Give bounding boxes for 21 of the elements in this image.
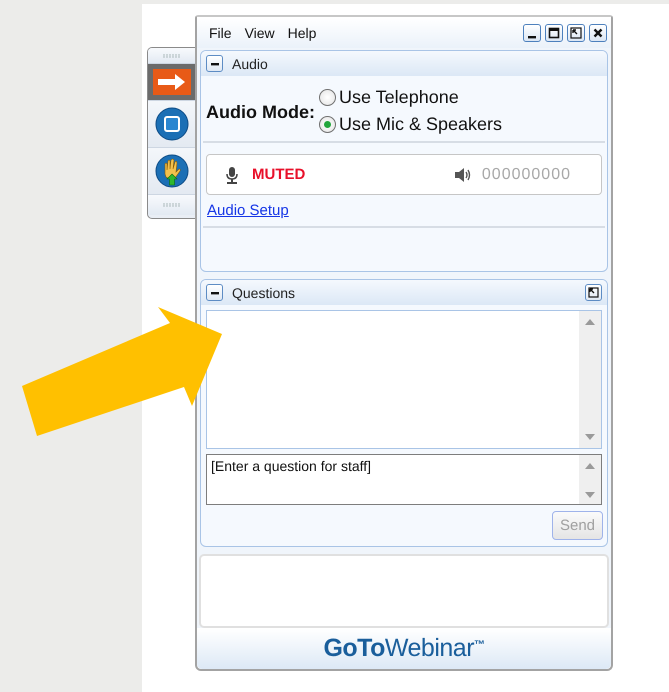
panel-title: Questions <box>232 284 296 300</box>
audio-mode-label: Audio Mode: <box>206 102 315 123</box>
radio-option[interactable]: Use Telephone <box>318 87 502 108</box>
mute-status: MUTED <box>252 166 306 183</box>
grip-icon <box>162 54 180 58</box>
radio-icon[interactable] <box>318 89 336 106</box>
audio-pin: 000000000 <box>482 166 571 184</box>
audio-setup-link[interactable]: Audio Setup <box>207 202 289 219</box>
grip-icon <box>162 203 180 207</box>
panel-title: Audio <box>232 56 269 72</box>
radio-option[interactable]: Use Mic & Speakers <box>318 114 502 135</box>
question-input[interactable]: [Enter a question for staff] <box>206 454 602 505</box>
stop-icon[interactable] <box>154 107 188 141</box>
radio-icon[interactable] <box>318 116 336 133</box>
raise-hand-icon[interactable] <box>154 154 188 188</box>
menu-item[interactable]: View <box>244 24 275 40</box>
speaker-icon <box>454 166 472 182</box>
menu-item[interactable]: Help <box>288 24 316 40</box>
product-logo: GoToWebinar$^{™}$ <box>323 634 485 663</box>
menu-item[interactable]: File <box>209 24 232 40</box>
microphone-icon <box>225 166 239 184</box>
